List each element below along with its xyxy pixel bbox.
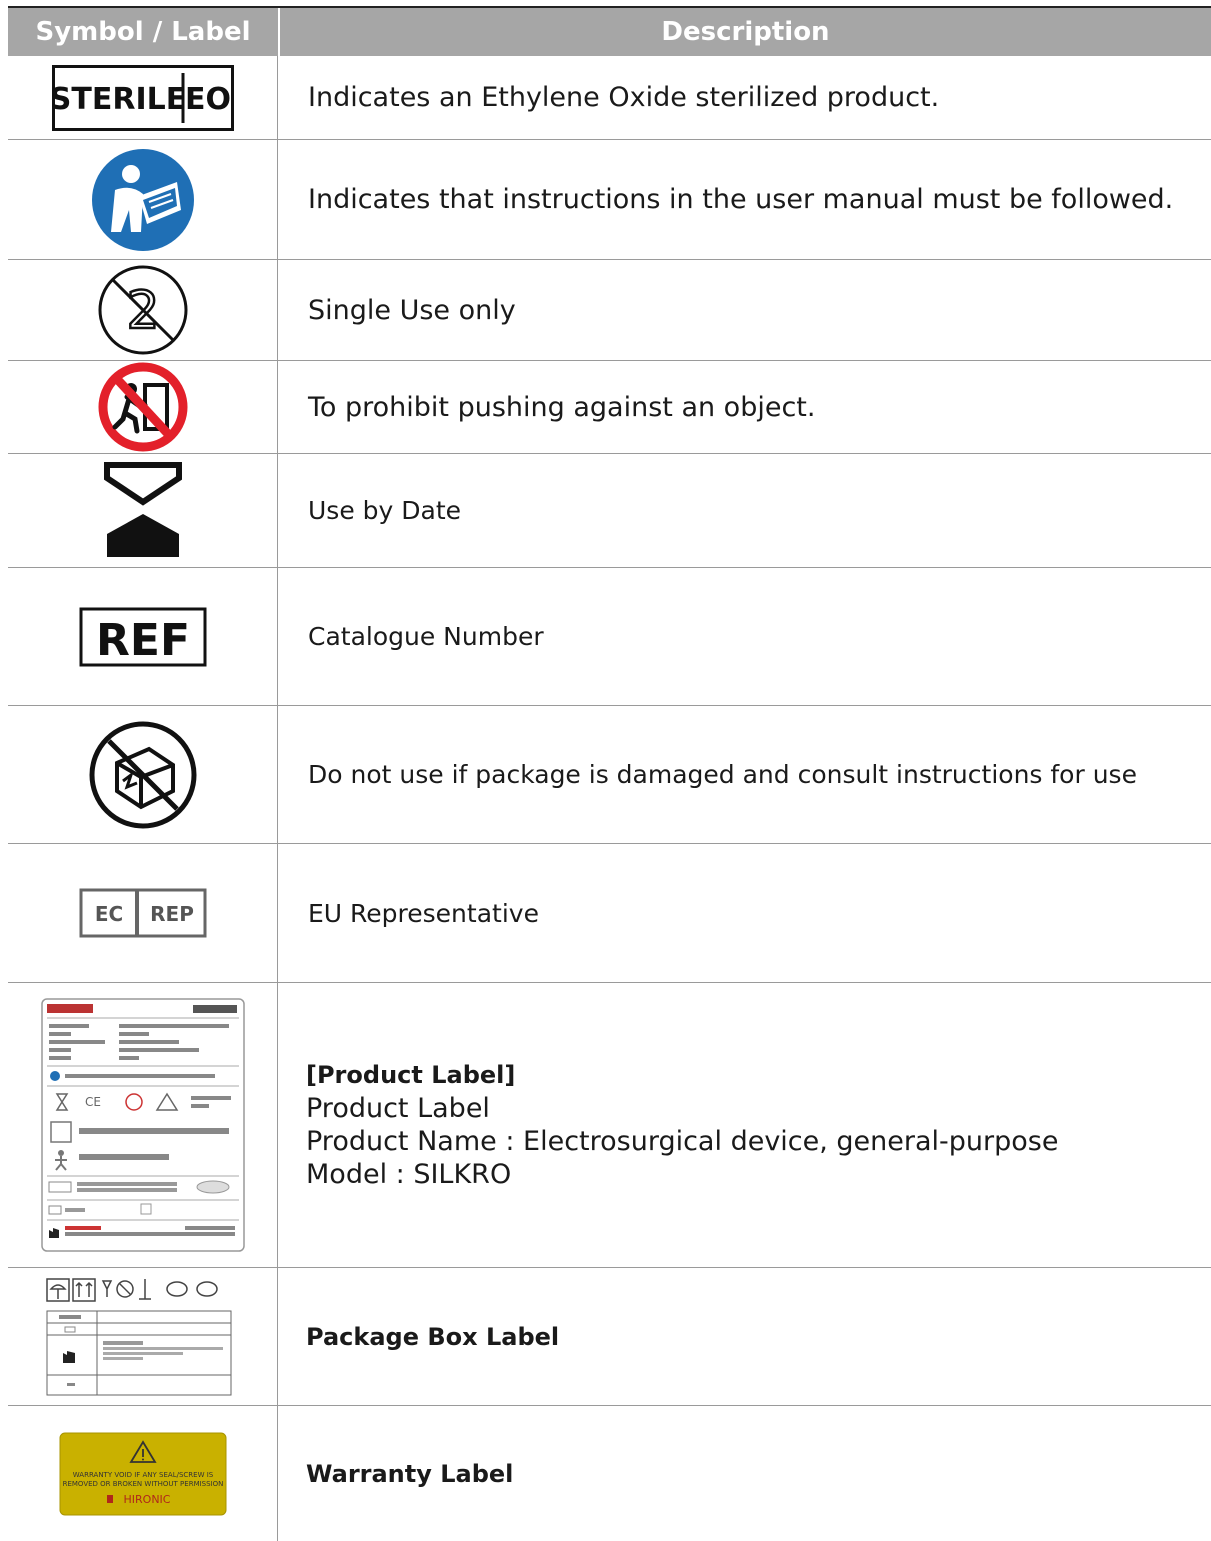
- description-text: EU Representative: [308, 898, 539, 928]
- description-cell: Indicates an Ethylene Oxide sterilized p…: [278, 56, 1211, 139]
- hourglass-icon: [103, 461, 182, 557]
- svg-text:2: 2: [126, 281, 159, 341]
- table-row: Use by Date: [8, 454, 1211, 568]
- product-label-line: Product Label: [306, 1093, 490, 1124]
- warranty-label-image: WARRANTY VOID IF ANY SEAL/SCREW IS REMOV…: [59, 1432, 226, 1515]
- description-text: Do not use if package is damaged and con…: [308, 760, 1137, 789]
- svg-text:HIRONIC: HIRONIC: [123, 1493, 170, 1506]
- package-box-label-image: [45, 1277, 231, 1395]
- table-row: To prohibit pushing against an object.: [8, 361, 1211, 454]
- table-row: CE [Product Label] Product Label Product…: [8, 983, 1211, 1268]
- product-label-heading: [Product Label]: [306, 1061, 516, 1089]
- description-cell: Use by Date: [278, 454, 1211, 567]
- model-line: Model : SILKRO: [306, 1159, 512, 1190]
- description-cell: Catalogue Number: [278, 568, 1211, 705]
- single-use-icon: 2: [98, 265, 187, 355]
- description-text: Single Use only: [308, 294, 516, 326]
- ref-icon: REF: [79, 607, 206, 666]
- damaged-package-icon: [89, 721, 196, 828]
- read-manual-icon: [91, 148, 194, 251]
- description-cell: Warranty Label: [278, 1406, 1211, 1541]
- table-row: REF Catalogue Number: [8, 568, 1211, 706]
- svg-text:REMOVED OR BROKEN WITHOUT PERM: REMOVED OR BROKEN WITHOUT PERMISSION: [62, 1480, 223, 1488]
- description-cell: Do not use if package is damaged and con…: [278, 706, 1211, 843]
- description-text: Indicates an Ethylene Oxide sterilized p…: [308, 82, 940, 113]
- description-cell: EU Representative: [278, 844, 1211, 982]
- symbol-cell: REF: [8, 568, 278, 705]
- description-text: Indicates that instructions in the user …: [308, 184, 1174, 215]
- table-row: EC REP EU Representative: [8, 844, 1211, 983]
- table-row: STERILE EO Indicates an Ethylene Oxide s…: [8, 56, 1211, 140]
- symbol-cell: EC REP: [8, 844, 278, 982]
- symbol-cell: [8, 1268, 278, 1405]
- description-cell: To prohibit pushing against an object.: [278, 361, 1211, 453]
- description-text: Use by Date: [308, 496, 462, 525]
- header-symbol-label: Symbol / Label: [8, 8, 280, 56]
- description-cell: Package Box Label: [278, 1268, 1211, 1405]
- description-text: Package Box Label: [306, 1322, 560, 1351]
- table-header: Symbol / Label Description: [8, 8, 1211, 56]
- svg-text:REF: REF: [96, 615, 190, 666]
- symbol-cell: CE: [8, 983, 278, 1267]
- description-text: Warranty Label: [306, 1459, 514, 1488]
- table-row: Indicates that instructions in the user …: [8, 140, 1211, 260]
- svg-text:STERILE: STERILE: [52, 82, 186, 117]
- product-name-line: Product Name : Electrosurgical device, g…: [306, 1126, 1059, 1157]
- table-row: WARRANTY VOID IF ANY SEAL/SCREW IS REMOV…: [8, 1406, 1211, 1541]
- symbol-cell: WARRANTY VOID IF ANY SEAL/SCREW IS REMOV…: [8, 1406, 278, 1541]
- description-cell: [Product Label] Product Label Product Na…: [278, 983, 1211, 1267]
- symbol-cell: [8, 140, 278, 259]
- table-row: 2 Single Use only: [8, 260, 1211, 361]
- svg-text:CE: CE: [85, 1095, 101, 1109]
- symbols-table: Symbol / Label Description STERILE EO In…: [8, 6, 1211, 1541]
- ec-rep-icon: EC REP: [79, 888, 206, 938]
- description-text: Catalogue Number: [308, 622, 544, 651]
- symbol-cell: [8, 706, 278, 843]
- symbol-cell: [8, 454, 278, 567]
- table-row: Do not use if package is damaged and con…: [8, 706, 1211, 844]
- svg-text:REP: REP: [150, 902, 194, 926]
- description-cell: Indicates that instructions in the user …: [278, 140, 1211, 259]
- product-label-image: CE: [40, 998, 245, 1252]
- svg-text:EC: EC: [94, 902, 122, 926]
- symbol-cell: STERILE EO: [8, 56, 278, 139]
- sterile-eo-icon: STERILE EO: [51, 64, 234, 131]
- description-text: To prohibit pushing against an object.: [308, 391, 816, 423]
- description-cell: Single Use only: [278, 260, 1211, 360]
- header-description: Description: [661, 17, 830, 47]
- svg-text:WARRANTY VOID IF ANY SEAL/SCRE: WARRANTY VOID IF ANY SEAL/SCREW IS: [72, 1471, 213, 1479]
- symbol-cell: [8, 361, 278, 453]
- svg-text:EO: EO: [185, 82, 231, 117]
- symbol-cell: 2: [8, 260, 278, 360]
- no-pushing-icon: [98, 362, 187, 452]
- table-row: Package Box Label: [8, 1268, 1211, 1406]
